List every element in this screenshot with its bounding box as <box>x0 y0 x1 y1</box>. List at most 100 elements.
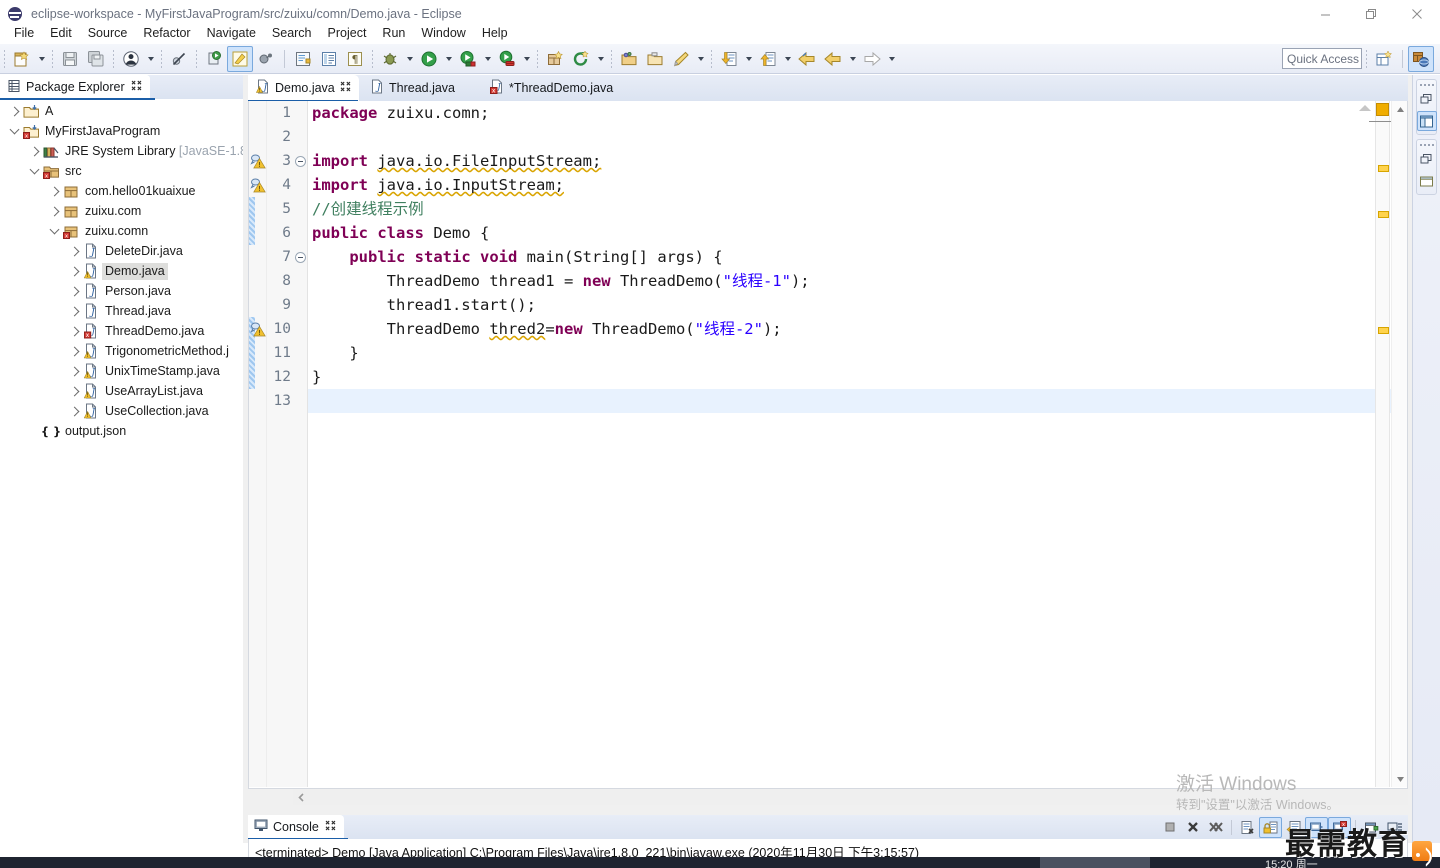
debug-dropdown-icon[interactable] <box>403 46 416 72</box>
warning-marker-icon[interactable]: ! <box>249 173 266 197</box>
tree-item-person-java[interactable]: J Person.java <box>0 281 243 301</box>
open-type-icon[interactable] <box>201 46 227 72</box>
open-console-icon[interactable] <box>1360 817 1383 838</box>
scroll-left-icon[interactable] <box>293 789 309 805</box>
taskbar-active-window[interactable] <box>1040 857 1150 868</box>
tree-item-deletedir-java[interactable]: J DeleteDir.java <box>0 241 243 261</box>
next-annotation-icon[interactable] <box>716 46 742 72</box>
warning-marker-icon[interactable]: ! <box>249 317 266 341</box>
remove-all-terminated-icon[interactable] <box>1204 817 1227 838</box>
chevron-right-icon[interactable] <box>66 301 82 321</box>
quick-access-input[interactable]: Quick Access <box>1282 48 1362 69</box>
open-task-icon[interactable] <box>290 46 316 72</box>
word-wrap-icon[interactable] <box>1282 817 1305 838</box>
new-package-icon[interactable] <box>542 46 568 72</box>
tree-item-threaddemo-java[interactable]: J x ThreadDemo.java <box>0 321 243 341</box>
tab-console[interactable]: Console <box>248 815 344 839</box>
new-perspective-icon[interactable] <box>1371 46 1397 72</box>
display-selected-console-icon[interactable]: x <box>1328 816 1351 838</box>
remove-launch-icon[interactable] <box>1181 817 1204 838</box>
tree-item-jre-system-library-javase-1-8[interactable]: JRE System Library [JavaSE-1.8 <box>0 141 247 161</box>
open-folder-icon[interactable] <box>616 46 642 72</box>
tree-item-zuixu-com[interactable]: zuixu.com <box>0 201 243 221</box>
code-line[interactable] <box>308 125 1407 149</box>
chevron-right-icon[interactable] <box>66 341 82 361</box>
back-dropdown-icon[interactable] <box>846 46 859 72</box>
tree-item-unixtimestamp-java[interactable]: J ! UnixTimeStamp.java <box>0 361 243 381</box>
tree-item-thread-java[interactable]: J Thread.java <box>0 301 243 321</box>
editor-tab-threaddemo[interactable]: J x *ThreadDemo.java <box>482 75 626 101</box>
save-icon[interactable] <box>57 46 83 72</box>
debug-icon[interactable] <box>377 46 403 72</box>
restore-icon[interactable] <box>1417 149 1437 169</box>
chevron-right-icon[interactable] <box>66 381 82 401</box>
code-line[interactable] <box>308 389 1407 413</box>
toggle-mark-occurrences-icon[interactable] <box>227 45 253 72</box>
person-dropdown-icon[interactable] <box>144 46 157 72</box>
code-line[interactable]: ThreadDemo thread1 = new ThreadDemo("线程-… <box>308 269 1407 293</box>
menu-item-run[interactable]: Run <box>374 24 413 42</box>
editor-horizontal-scrollbar[interactable] <box>293 789 1408 805</box>
close-icon[interactable] <box>131 80 142 94</box>
code-line[interactable]: } <box>308 365 1407 389</box>
forward-icon[interactable] <box>859 46 885 72</box>
run-icon[interactable] <box>416 46 442 72</box>
show-whitespace-icon[interactable]: ¶ <box>342 46 368 72</box>
menu-item-file[interactable]: File <box>6 24 42 42</box>
editor-tab-thread[interactable]: J Thread.java <box>362 75 468 101</box>
close-icon[interactable] <box>340 81 351 95</box>
forward-dropdown-icon[interactable] <box>885 46 898 72</box>
fold-collapse-icon[interactable] <box>294 245 307 269</box>
console-view-icon[interactable] <box>1417 171 1437 191</box>
package-explorer-tree[interactable]: A x MyFirstJavaProgram JRE System Library… <box>0 101 247 441</box>
refresh-icon[interactable] <box>568 46 594 72</box>
menu-item-help[interactable]: Help <box>474 24 516 42</box>
editor-folding-gutter[interactable] <box>294 101 308 787</box>
overview-marker[interactable] <box>1378 165 1389 172</box>
menu-item-refactor[interactable]: Refactor <box>135 24 198 42</box>
code-line[interactable]: import java.io.FileInputStream; <box>308 149 1407 173</box>
code-line[interactable]: thread1.start(); <box>308 293 1407 317</box>
tree-item-zuixu-comn[interactable]: x zuixu.comn <box>0 221 243 241</box>
drag-handle-dots-icon[interactable] <box>1419 144 1434 146</box>
code-line[interactable]: public static void main(String[] args) { <box>308 245 1407 269</box>
external-tools-icon[interactable] <box>494 46 520 72</box>
tree-item-com-hello01kuaixue[interactable]: com.hello01kuaixue <box>0 181 243 201</box>
terminate-icon[interactable] <box>1158 817 1181 838</box>
previous-annotation-icon[interactable] <box>755 46 781 72</box>
folder-icon[interactable] <box>642 46 668 72</box>
code-line[interactable]: package zuixu.comn; <box>308 101 1407 125</box>
chevron-down-icon[interactable] <box>46 221 62 241</box>
scroll-up-icon[interactable] <box>1392 101 1408 117</box>
new-wizard-icon[interactable] <box>9 46 35 72</box>
editor-marker-gutter[interactable]: ! ! ! <box>249 101 267 787</box>
code-line[interactable]: public class Demo { <box>308 221 1407 245</box>
code-line[interactable]: ThreadDemo thred2=new ThreadDemo("线程-2")… <box>308 317 1407 341</box>
tree-item-a[interactable]: A <box>0 101 243 121</box>
code-line[interactable]: } <box>308 341 1407 365</box>
java-perspective-icon[interactable] <box>1408 45 1434 72</box>
tree-item-output-json[interactable]: { } output.json <box>0 421 243 441</box>
previous-annotation-dropdown-icon[interactable] <box>781 46 794 72</box>
fold-collapse-icon[interactable] <box>294 149 307 173</box>
external-tools-dropdown-icon[interactable] <box>520 46 533 72</box>
menu-item-project[interactable]: Project <box>320 24 375 42</box>
editor-tab-demo[interactable]: J ! Demo.java <box>248 75 359 101</box>
overview-marker[interactable] <box>1378 211 1389 218</box>
tree-item-trigonometricmethod-j[interactable]: J ! TrigonometricMethod.j <box>0 341 243 361</box>
pin-console-icon[interactable] <box>1305 816 1328 838</box>
tab-package-explorer[interactable]: Package Explorer <box>0 75 150 99</box>
tree-item-demo-java[interactable]: J ! Demo.java <box>0 261 243 281</box>
pen-icon[interactable] <box>668 46 694 72</box>
run-coverage-dropdown-icon[interactable] <box>481 46 494 72</box>
editor-code-text[interactable]: package zuixu.comn; import java.io.FileI… <box>308 101 1407 787</box>
view-menu-icon[interactable] <box>1383 817 1406 838</box>
chevron-right-icon[interactable] <box>66 281 82 301</box>
menu-item-navigate[interactable]: Navigate <box>199 24 264 42</box>
back-history-icon[interactable] <box>820 46 846 72</box>
debug-breakpoint-icon[interactable] <box>253 46 279 72</box>
code-line[interactable]: //创建线程示例 <box>308 197 1407 221</box>
chevron-right-icon[interactable] <box>66 401 82 421</box>
pen-dropdown-icon[interactable] <box>694 46 707 72</box>
package-explorer-view-icon[interactable] <box>1416 111 1437 131</box>
